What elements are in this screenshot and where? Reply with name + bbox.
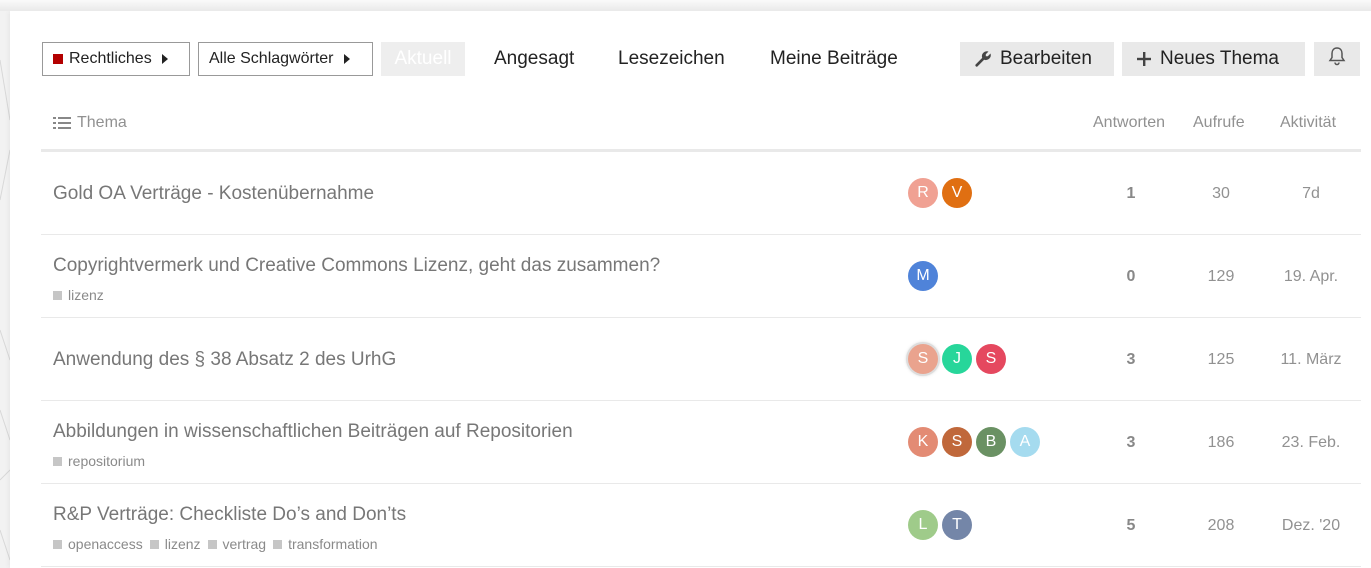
caret-right-icon <box>161 54 168 64</box>
topic-row: Anwendung des § 38 Absatz 2 des UrhG S J S 3… <box>41 318 1361 401</box>
notifications-button[interactable] <box>1314 42 1360 76</box>
new-topic-button[interactable]: Neues Thema <box>1122 42 1305 76</box>
activity-date[interactable]: 19. Apr. <box>1271 268 1351 286</box>
tag-square-icon <box>149 539 159 549</box>
tab-my-posts[interactable]: Meine Beiträge <box>756 42 912 76</box>
column-header-topic[interactable]: Thema <box>53 114 127 132</box>
plus-icon <box>1136 51 1152 67</box>
topic-title-link[interactable]: Abbildungen in wissenschaftlichen Beiträ… <box>53 421 573 443</box>
activity-date[interactable]: 23. Feb. <box>1271 434 1351 452</box>
edit-button-label: Bearbeiten <box>1000 48 1092 69</box>
bell-icon <box>1328 46 1346 72</box>
tag-square-icon <box>53 290 62 300</box>
tag-label: openaccess <box>68 536 143 552</box>
header-shadow <box>0 0 1371 11</box>
column-header-activity[interactable]: Aktivität <box>1280 114 1336 132</box>
replies-count[interactable]: 3 <box>1101 434 1161 452</box>
column-header-replies[interactable]: Antworten <box>1093 114 1165 132</box>
topic-list: Gold OA Verträge - Kostenübernahme R V 1 30 7… <box>41 152 1361 567</box>
topic-posters: KSBA <box>908 427 1044 457</box>
new-topic-button-label: Neues Thema <box>1160 48 1279 69</box>
list-icon <box>53 116 71 130</box>
tag-link[interactable]: lizenz <box>149 536 201 552</box>
topic-row: Copyrightvermerk und Creative Commons Li… <box>41 235 1361 318</box>
column-header-views[interactable]: Aufrufe <box>1193 114 1245 132</box>
tab-hot[interactable]: Angesagt <box>480 42 588 76</box>
tag-link[interactable]: lizenz <box>53 287 104 303</box>
replies-count[interactable]: 3 <box>1101 351 1161 369</box>
topic-title-link[interactable]: Anwendung des § 38 Absatz 2 des UrhG <box>53 349 396 371</box>
category-dropdown[interactable]: Rechtliches <box>42 42 190 76</box>
activity-date[interactable]: Dez. '20 <box>1271 517 1351 535</box>
tag-label: repositorium <box>68 453 146 469</box>
replies-count[interactable]: 1 <box>1101 185 1161 203</box>
tag-label: vertrag <box>222 536 267 552</box>
topic-title-link[interactable]: R&P Verträge: Checkliste Do’s and Don’ts <box>53 504 406 526</box>
topic-posters: LT <box>908 510 976 540</box>
category-dropdown-label: Rechtliches <box>69 50 152 67</box>
tab-bookmarks[interactable]: Lesezeichen <box>604 42 739 76</box>
avatar[interactable]: R <box>908 178 938 208</box>
avatar[interactable]: T <box>942 510 972 540</box>
tag-link[interactable]: openaccess <box>53 536 143 552</box>
tag-link[interactable]: repositorium <box>53 453 145 469</box>
avatar[interactable]: B <box>976 427 1006 457</box>
navigation-bar: Rechtliches Alle Schlagwörter Aktuell An… <box>42 42 1362 78</box>
topic-title-link[interactable]: Gold OA Verträge - Kostenübernahme <box>53 183 374 205</box>
views-count: 208 <box>1207 517 1235 534</box>
tab-latest[interactable]: Aktuell <box>381 42 465 76</box>
topic-tags: lizenz <box>53 287 111 303</box>
avatar[interactable]: L <box>908 510 938 540</box>
avatar[interactable]: M <box>908 261 938 291</box>
views-count: 125 <box>1207 351 1235 368</box>
caret-right-icon <box>343 54 350 64</box>
topic-tags: repositorium <box>53 453 152 469</box>
tag-label: lizenz <box>68 287 104 303</box>
tag-link[interactable]: transformation <box>273 536 378 552</box>
replies-count[interactable]: 0 <box>1101 268 1161 286</box>
tag-square-icon <box>207 539 217 549</box>
tag-square-icon <box>53 456 62 466</box>
activity-date[interactable]: 11. März <box>1271 351 1351 369</box>
tag-square-icon <box>53 539 62 549</box>
topic-posters: M <box>908 261 942 291</box>
topic-table-header: Thema Antworten Aufrufe Aktivität <box>41 105 1361 152</box>
topic-row: R&P Verträge: Checkliste Do’s and Don’ts… <box>41 484 1361 567</box>
column-header-topic-label: Thema <box>77 114 127 131</box>
topic-posters: SJS <box>908 344 1010 374</box>
tag-square-icon <box>273 539 283 549</box>
avatar[interactable]: A <box>1010 427 1040 457</box>
views-count: 30 <box>1212 185 1230 202</box>
avatar[interactable]: S <box>976 344 1006 374</box>
topic-tags: openaccess lizenz vertrag transformation <box>53 536 385 552</box>
tag-label: lizenz <box>164 536 201 552</box>
topic-row: Abbildungen in wissenschaftlichen Beiträ… <box>41 401 1361 484</box>
views-count: 186 <box>1207 434 1235 451</box>
tags-dropdown[interactable]: Alle Schlagwörter <box>198 42 373 76</box>
views-count: 129 <box>1207 268 1235 285</box>
wrench-icon <box>974 50 992 68</box>
tag-link[interactable]: vertrag <box>207 536 267 552</box>
replies-count[interactable]: 5 <box>1101 517 1161 535</box>
activity-date[interactable]: 7d <box>1271 185 1351 203</box>
tags-dropdown-label: Alle Schlagwörter <box>209 50 334 67</box>
tag-label: transformation <box>288 536 378 552</box>
category-color-square <box>53 54 63 64</box>
avatar[interactable]: S <box>942 427 972 457</box>
topic-title-link[interactable]: Copyrightvermerk und Creative Commons Li… <box>53 255 660 277</box>
topic-row: Gold OA Verträge - Kostenübernahme R V 1 30 7… <box>41 152 1361 235</box>
edit-button[interactable]: Bearbeiten <box>960 42 1114 76</box>
avatar[interactable]: K <box>908 427 938 457</box>
avatar[interactable]: V <box>942 178 972 208</box>
avatar[interactable]: S <box>908 344 938 374</box>
avatar[interactable]: J <box>942 344 972 374</box>
topic-posters: RV <box>908 178 976 208</box>
